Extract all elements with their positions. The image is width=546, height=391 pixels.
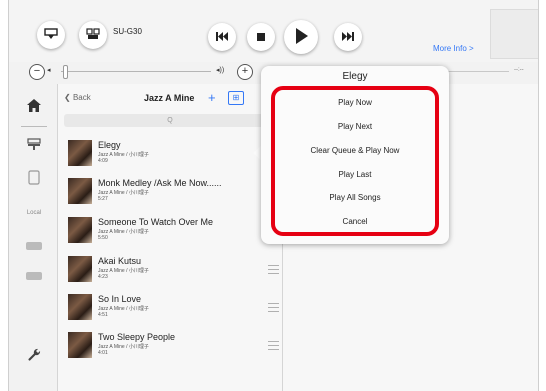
track-subtitle: Jazz A Mine / 小川理子 [98,229,149,235]
grid-view-icon[interactable]: ⊞ [228,91,244,105]
track-duration: 4:01 [98,350,108,356]
track-subtitle: Jazz A Mine / 小川理子 [98,190,149,196]
track-title: Elegy [98,140,121,150]
sidebar-item-disc[interactable] [25,266,43,284]
search-icon: Q [167,117,173,124]
list-item[interactable]: Elegy Jazz A Mine / 小川理子 4:09 [58,136,282,174]
time-remaining: --:-- [514,67,524,73]
volume-slider[interactable] [61,71,211,72]
tablet-icon [28,170,40,188]
track-duration: 5:27 [98,196,108,202]
track-title: So In Love [98,294,142,304]
track-menu-icon[interactable] [268,341,279,350]
back-button[interactable]: ❮ Back [64,93,91,102]
now-playing-artwork [490,9,538,59]
track-subtitle: Jazz A Mine / 小川理子 [98,306,149,312]
more-info-link[interactable]: More Info > [433,44,474,53]
volume-down-button[interactable]: − [29,64,45,80]
track-duration: 4:09 [98,158,108,164]
track-duration: 4:51 [98,312,108,318]
list-item[interactable]: So In Love Jazz A Mine / 小川理子 4:51 [58,290,282,328]
track-duration: 5:50 [98,235,108,241]
highlight-frame [271,86,439,236]
list-item[interactable]: Monk Medley /Ask Me Now...... Jazz A Min… [58,174,282,212]
track-subtitle: Jazz A Mine / 小川理子 [98,152,149,158]
add-button[interactable]: + [208,90,216,105]
album-thumbnail [68,294,92,320]
popover-title: Elegy [342,71,368,82]
list-item[interactable]: Two Sleepy People Jazz A Mine / 小川理子 4:0… [58,328,282,366]
home-icon[interactable] [25,96,43,114]
volume-up-button[interactable]: + [237,64,253,80]
speaker-low-icon: ◂ [47,67,51,74]
chevron-left-icon: ❮ [64,93,71,102]
settings-wrench-icon[interactable] [25,346,43,364]
sidebar-item-local[interactable]: Local [25,204,43,222]
track-title: Akai Kutsu [98,256,142,266]
track-subtitle: Jazz A Mine / 小川理子 [98,344,149,350]
list-title: Jazz A Mine [144,93,195,103]
popover-arrow [253,146,261,160]
local-label: Local [26,210,42,216]
track-duration: 4:23 [98,274,108,280]
device-name: SU-G30 [113,27,142,36]
skip-back-icon [216,30,228,44]
track-menu-icon[interactable] [268,265,279,274]
device-icon [86,27,100,43]
track-menu-icon[interactable] [268,303,279,312]
track-title: Someone To Watch Over Me [98,217,214,227]
speaker-high-icon: ◂)) [216,67,225,74]
back-label: Back [72,93,91,102]
next-button[interactable] [334,23,362,51]
input-select-button[interactable] [37,21,65,49]
track-title: Monk Medley /Ask Me Now...... [98,178,222,188]
disc-drive-icon [26,268,42,283]
play-button[interactable] [284,20,318,54]
album-thumbnail [68,217,92,243]
stop-icon [257,30,265,44]
sidebar-item-usb[interactable] [25,236,43,254]
previous-button[interactable] [208,23,236,51]
skip-forward-icon [342,30,354,44]
search-input[interactable]: Q [64,114,276,127]
sidebar-item-server[interactable] [25,136,43,154]
usb-drive-icon [26,238,42,253]
album-thumbnail [68,332,92,358]
player-bar: SU-G30 More Info > [9,0,538,62]
play-icon [294,27,308,47]
volume-slider-knob[interactable] [63,65,68,79]
input-icon [44,27,58,43]
app-window: SU-G30 More Info > − ◂ ◂)) + --:-- Local… [8,0,539,391]
sidebar-item-tablet[interactable] [25,170,43,188]
track-title: Two Sleepy People [98,332,176,342]
track-subtitle: Jazz A Mine / 小川理子 [98,268,149,274]
list-item[interactable]: Akai Kutsu Jazz A Mine / 小川理子 4:23 [58,252,282,290]
sidebar-divider [21,126,47,127]
album-thumbnail [68,178,92,204]
server-icon [27,137,41,153]
stop-button[interactable] [247,23,275,51]
list-header: ❮ Back Jazz A Mine + ⊞ [58,84,282,110]
album-thumbnail [68,140,92,166]
sidebar: Local [9,84,58,391]
device-button[interactable] [79,21,107,49]
album-thumbnail [68,256,92,282]
track-list-panel: ❮ Back Jazz A Mine + ⊞ Q Elegy Jazz A Mi… [58,84,283,391]
list-item[interactable]: Someone To Watch Over Me Jazz A Mine / 小… [58,213,282,251]
